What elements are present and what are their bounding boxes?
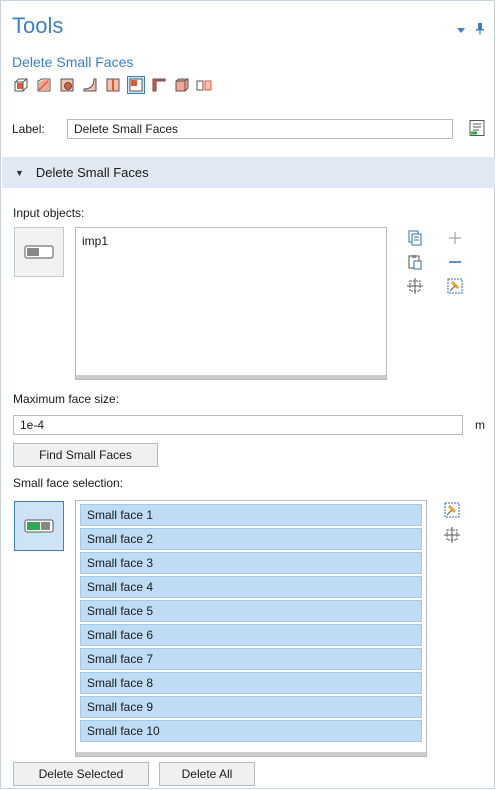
panel-subtitle: Delete Small Faces xyxy=(12,54,134,70)
clear-selection-icon[interactable] xyxy=(446,277,464,295)
add-icon[interactable] xyxy=(446,229,464,247)
list-item[interactable]: Small face 4 xyxy=(80,576,422,598)
list-item[interactable]: Small face 10 xyxy=(80,720,422,742)
input-objects-label: Input objects: xyxy=(13,206,85,220)
label-input[interactable]: Delete Small Faces xyxy=(67,119,453,139)
max-face-size-unit: m xyxy=(475,418,485,432)
delete-all-button[interactable]: Delete All xyxy=(159,762,255,786)
panel-title: Tools xyxy=(12,13,64,38)
delete-fillets-icon[interactable] xyxy=(81,76,99,94)
remove-icon[interactable] xyxy=(446,253,464,271)
delete-spikes-icon[interactable] xyxy=(173,76,191,94)
geometry-toolbar xyxy=(12,76,214,94)
zoom-to-selection-icon[interactable] xyxy=(406,277,424,295)
list-item[interactable]: Small face 2 xyxy=(80,528,422,550)
delete-sliver-faces-icon[interactable] xyxy=(150,76,168,94)
delete-small-faces-icon[interactable] xyxy=(35,76,53,94)
cap-faces-icon[interactable] xyxy=(12,76,30,94)
label-row: Label: Delete Small Faces xyxy=(12,119,453,139)
paste-icon[interactable] xyxy=(406,253,424,271)
list-resize-bar[interactable] xyxy=(76,752,426,756)
max-face-size-label: Maximum face size: xyxy=(13,392,120,406)
section-header-delete-small-faces[interactable]: ▼ Delete Small Faces xyxy=(2,157,495,188)
copy-icon[interactable] xyxy=(406,229,424,247)
zoom-to-selection-icon[interactable] xyxy=(444,527,460,546)
list-item[interactable]: Small face 1 xyxy=(80,504,422,526)
remove-details-icon[interactable] xyxy=(58,76,76,94)
list-item[interactable]: Small face 8 xyxy=(80,672,422,694)
rename-icon[interactable] xyxy=(468,119,486,140)
pin-icon[interactable] xyxy=(476,23,484,38)
small-face-selection-label: Small face selection: xyxy=(13,476,124,490)
delete-small-faces-active-icon[interactable] xyxy=(127,76,145,94)
list-item[interactable]: imp1 xyxy=(76,228,386,248)
max-face-size-input[interactable]: 1e-4 xyxy=(13,415,463,435)
list-item[interactable]: Small face 6 xyxy=(80,624,422,646)
section-title: Delete Small Faces xyxy=(35,165,149,180)
input-objects-active-toggle[interactable] xyxy=(14,227,64,277)
delete-small-objects-icon[interactable] xyxy=(196,76,214,94)
tools-panel: Tools Delete Small Faces Label: Delete S… xyxy=(0,0,495,789)
list-item[interactable]: Small face 5 xyxy=(80,600,422,622)
small-face-list[interactable]: Small face 1 Small face 2 Small face 3 S… xyxy=(75,500,427,757)
list-resize-bar[interactable] xyxy=(76,375,386,379)
panel-header-controls xyxy=(456,23,484,38)
list-item[interactable]: Small face 9 xyxy=(80,696,422,718)
dropdown-arrow-icon[interactable] xyxy=(456,24,466,38)
find-small-faces-button[interactable]: Find Small Faces xyxy=(13,443,158,467)
list-item[interactable]: Small face 3 xyxy=(80,552,422,574)
label-caption: Label: xyxy=(12,122,45,136)
delete-selected-button[interactable]: Delete Selected xyxy=(13,762,149,786)
input-objects-list[interactable]: imp1 xyxy=(75,227,387,380)
delete-short-edges-icon[interactable] xyxy=(104,76,122,94)
clear-selection-icon[interactable] xyxy=(444,502,460,521)
input-objects-side-buttons xyxy=(406,229,464,295)
small-face-side-buttons xyxy=(444,502,460,546)
list-item[interactable]: Small face 7 xyxy=(80,648,422,670)
small-face-active-toggle[interactable] xyxy=(14,501,64,551)
collapse-triangle-icon: ▼ xyxy=(15,167,24,178)
